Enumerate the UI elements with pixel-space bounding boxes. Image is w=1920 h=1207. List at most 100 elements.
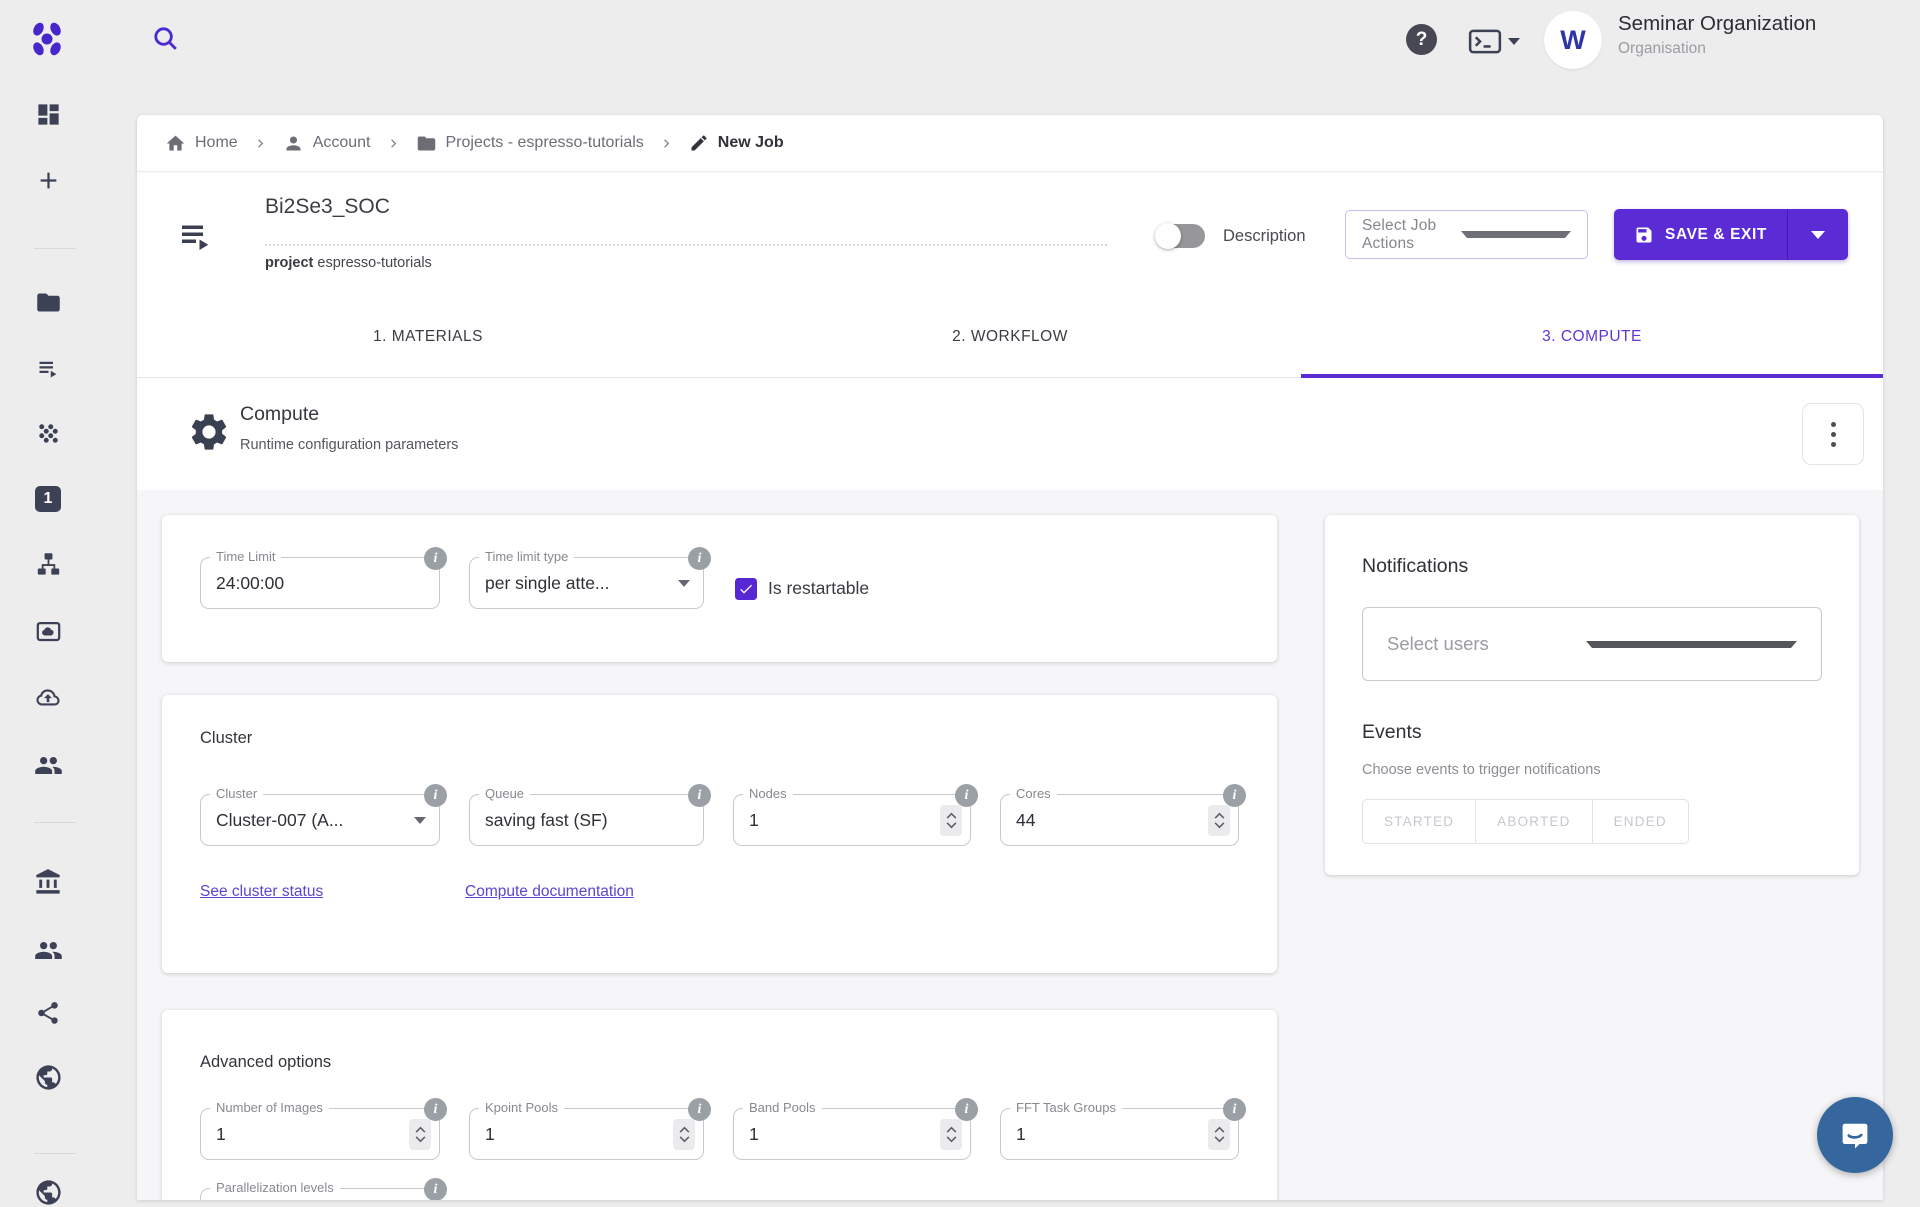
tab-compute[interactable]: 3. COMPUTE [1301, 297, 1883, 377]
chevron-up-icon [679, 1126, 690, 1133]
chevron-down-icon [946, 1136, 957, 1143]
events-hint: Choose events to trigger notifications [1362, 762, 1601, 778]
field-value: 1 [1016, 1109, 1026, 1159]
field-value: 1 [485, 1109, 495, 1159]
console-menu-icon[interactable] [1468, 28, 1520, 55]
sidebar-item-cloud-upload[interactable] [0, 684, 96, 712]
info-icon[interactable] [955, 784, 978, 807]
cluster-card: Cluster Cluster Cluster-007 (A... Queue … [162, 695, 1277, 973]
event-ended-button[interactable]: ENDED [1592, 799, 1689, 844]
stepper-arrows[interactable] [940, 805, 962, 836]
stepper-arrows[interactable] [673, 1119, 695, 1150]
breadcrumb-home[interactable]: Home [165, 133, 238, 154]
number-of-images-stepper[interactable]: Number of Images 1 [200, 1108, 440, 1160]
breadcrumb-project[interactable]: Projects - espresso-tutorials [416, 133, 644, 154]
chevron-down-icon [946, 822, 957, 829]
check-icon [738, 581, 754, 597]
cluster-status-link[interactable]: See cluster status [200, 883, 323, 901]
sidebar-item-materials[interactable] [0, 420, 96, 447]
info-icon[interactable] [424, 1178, 447, 1200]
parallelization-levels-field[interactable]: Parallelization levels [200, 1188, 440, 1200]
sidebar-item-workflows[interactable] [0, 551, 96, 578]
info-icon[interactable] [688, 1098, 711, 1121]
chevron-up-icon [946, 1126, 957, 1133]
breadcrumb-label: New Job [718, 134, 784, 152]
chat-bubble-button[interactable] [1817, 1097, 1893, 1173]
sidebar-item-job-scripts[interactable] [0, 355, 96, 382]
event-aborted-button[interactable]: ABORTED [1475, 799, 1592, 844]
breadcrumb-account[interactable]: Account [283, 133, 371, 154]
chevron-down-icon [679, 1136, 690, 1143]
nodes-stepper[interactable]: Nodes 1 [733, 794, 971, 846]
select-users-dropdown[interactable]: Select users [1362, 607, 1822, 681]
time-limit-type-select[interactable]: Time limit type per single atte... [469, 557, 704, 609]
sidebar-item-jobs-badge[interactable]: 1 [0, 486, 96, 512]
cores-stepper[interactable]: Cores 44 [1000, 794, 1239, 846]
is-restartable-checkbox[interactable] [735, 578, 757, 600]
search-icon[interactable] [150, 23, 181, 54]
info-icon[interactable] [424, 547, 447, 570]
sidebar-item-organization[interactable] [0, 868, 96, 896]
info-icon[interactable] [688, 547, 711, 570]
sidebar-item-org-users[interactable] [0, 936, 96, 965]
info-icon[interactable] [955, 1098, 978, 1121]
save-exit-button[interactable]: SAVE & EXIT [1614, 209, 1787, 260]
field-value: 1 [749, 1109, 759, 1159]
sidebar-divider [34, 822, 76, 823]
sidebar-item-media[interactable] [0, 618, 96, 645]
org-name[interactable]: Seminar Organization [1618, 12, 1816, 36]
stepper-arrows[interactable] [409, 1119, 431, 1150]
band-pools-stepper[interactable]: Band Pools 1 [733, 1108, 971, 1160]
description-toggle[interactable] [1155, 223, 1205, 249]
chevron-up-icon [415, 1126, 426, 1133]
breadcrumb: Home Account Projects - espresso-tutoria… [137, 115, 1883, 172]
avatar[interactable]: W [1544, 11, 1602, 69]
sidebar-item-team[interactable] [0, 751, 96, 780]
compute-title: Compute [240, 403, 319, 426]
sidebar-item-create-new[interactable] [0, 167, 96, 194]
chevron-up-icon [1214, 812, 1225, 819]
field-value: 24:00:00 [216, 558, 284, 608]
event-started-button[interactable]: STARTED [1362, 799, 1476, 844]
sidebar-item-web[interactable] [0, 1063, 96, 1092]
advanced-options-heading: Advanced options [200, 1053, 331, 1072]
help-icon[interactable] [1406, 24, 1437, 55]
stepper-arrows[interactable] [1208, 805, 1230, 836]
fft-task-groups-stepper[interactable]: FFT Task Groups 1 [1000, 1108, 1239, 1160]
sidebar-item-globe-partial[interactable] [0, 1178, 96, 1207]
cluster-heading: Cluster [200, 729, 252, 748]
info-icon[interactable] [1223, 1098, 1246, 1121]
info-icon[interactable] [1223, 784, 1246, 807]
info-icon[interactable] [688, 784, 711, 807]
info-icon[interactable] [424, 1098, 447, 1121]
job-title[interactable]: Bi2Se3_SOC [265, 195, 390, 219]
chevron-down-icon [1811, 231, 1825, 239]
queue-field[interactable]: Queue saving fast (SF) [469, 794, 704, 846]
sidebar-item-dashboard[interactable] [0, 101, 96, 128]
app-logo-icon[interactable] [26, 18, 68, 60]
playlist-play-icon[interactable] [175, 215, 217, 257]
chevron-down-icon [1461, 231, 1572, 238]
sidebar-item-projects[interactable] [0, 289, 96, 316]
stepper-arrows[interactable] [1208, 1119, 1230, 1150]
compute-documentation-link[interactable]: Compute documentation [465, 883, 634, 901]
advanced-options-card: Advanced options Number of Images 1 Kpoi… [162, 1010, 1277, 1200]
compute-section-header: Compute Runtime configuration parameters [137, 377, 1883, 490]
cluster-select[interactable]: Cluster Cluster-007 (A... [200, 794, 440, 846]
tab-materials[interactable]: 1. MATERIALS [137, 297, 719, 377]
save-exit-dropdown-button[interactable] [1787, 209, 1848, 260]
kpoint-pools-stepper[interactable]: Kpoint Pools 1 [469, 1108, 704, 1160]
info-icon[interactable] [424, 784, 447, 807]
job-actions-select[interactable]: Select Job Actions [1345, 210, 1588, 259]
tab-workflow[interactable]: 2. WORKFLOW [719, 297, 1301, 377]
time-limit-field[interactable]: Time Limit 24:00:00 [200, 557, 440, 609]
chat-icon [1837, 1117, 1873, 1153]
description-label: Description [1223, 227, 1306, 246]
stepper-arrows[interactable] [940, 1119, 962, 1150]
chevron-up-icon [1214, 1126, 1225, 1133]
field-value: Cluster-007 (A... [216, 795, 343, 845]
sidebar-divider [34, 248, 76, 249]
sidebar-item-share[interactable] [0, 1000, 96, 1026]
field-label: FFT Task Groups [1010, 1100, 1122, 1115]
kebab-menu-button[interactable] [1802, 403, 1864, 465]
